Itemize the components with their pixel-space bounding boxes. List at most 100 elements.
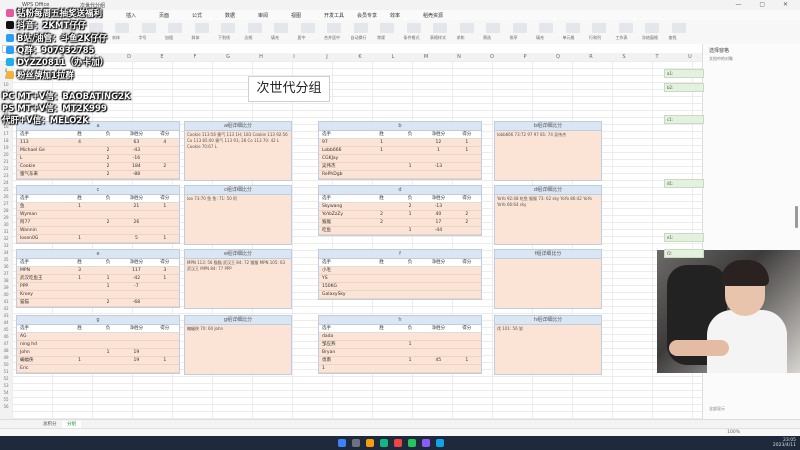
table-cell[interactable]: GalaxySky bbox=[319, 291, 367, 298]
row-header[interactable]: 24 bbox=[0, 180, 12, 185]
table-row[interactable]: Eric bbox=[17, 365, 179, 373]
table-row[interactable]: 小毛 bbox=[319, 267, 481, 275]
table-cell[interactable]: 2 bbox=[453, 219, 481, 226]
table-cell[interactable]: 2 bbox=[367, 211, 395, 218]
start-icon[interactable] bbox=[338, 439, 346, 447]
table-row[interactable]: Lobb666 1 1 1 bbox=[319, 147, 481, 155]
table-cell[interactable]: -88 bbox=[122, 171, 150, 178]
row-header[interactable]: 42 bbox=[0, 306, 12, 311]
table-cell[interactable] bbox=[424, 267, 452, 274]
column-header[interactable]: N bbox=[441, 54, 477, 60]
ribbon-button-label[interactable]: 填充 bbox=[536, 35, 544, 41]
row-header[interactable]: 53 bbox=[0, 383, 12, 388]
table-cell[interactable] bbox=[151, 349, 179, 356]
table-row[interactable]: 吃鱼 1 -44 bbox=[319, 227, 481, 235]
table-cell[interactable]: ning hd bbox=[17, 341, 65, 348]
table-row[interactable]: Kroey bbox=[17, 291, 179, 299]
table-row[interactable]: YoYoZzZy 2 1 40 2 bbox=[319, 211, 481, 219]
table-cell[interactable]: 19 bbox=[122, 349, 150, 356]
table-cell[interactable]: 12 bbox=[424, 139, 452, 146]
table-cell[interactable]: Eric bbox=[17, 365, 65, 372]
table-cell[interactable]: -43 bbox=[122, 147, 150, 154]
table-cell[interactable]: 2 bbox=[94, 147, 122, 154]
row-header[interactable]: 51 bbox=[0, 369, 12, 374]
page-title[interactable]: 次世代分组 bbox=[248, 76, 330, 102]
menu-item[interactable]: 公式 bbox=[192, 12, 202, 19]
table-cell[interactable]: RePhDgb bbox=[319, 171, 367, 178]
table-cell[interactable]: 1 bbox=[424, 147, 452, 154]
vertical-scrollbar[interactable] bbox=[795, 206, 798, 228]
table-row[interactable]: 113 4 63 4 bbox=[17, 139, 179, 147]
row-header[interactable]: 20 bbox=[0, 152, 12, 157]
table-cell[interactable]: 1 bbox=[453, 147, 481, 154]
menu-item[interactable]: 稻壳资源 bbox=[423, 12, 443, 19]
table-row[interactable]: 1 bbox=[319, 365, 481, 373]
ribbon-button-label[interactable]: 工作表 bbox=[616, 35, 628, 41]
table-cell[interactable] bbox=[122, 227, 150, 234]
table-row[interactable]: Bryan bbox=[319, 349, 481, 357]
table-cell[interactable] bbox=[65, 365, 93, 372]
table-cell[interactable] bbox=[94, 357, 122, 364]
column-header[interactable]: E bbox=[144, 54, 180, 60]
table-cell[interactable]: 2 bbox=[396, 203, 424, 210]
row-header[interactable]: 49 bbox=[0, 355, 12, 360]
table-cell[interactable] bbox=[65, 291, 93, 298]
table-cell[interactable]: 19 bbox=[122, 357, 150, 364]
table-cell[interactable] bbox=[367, 275, 395, 282]
row-header[interactable]: 22 bbox=[0, 166, 12, 171]
table-row[interactable]: dada bbox=[319, 333, 481, 341]
ribbon-button-icon[interactable] bbox=[433, 23, 447, 33]
table-cell[interactable] bbox=[367, 341, 395, 348]
table-cell[interactable] bbox=[396, 275, 424, 282]
table-row[interactable]: Wyman bbox=[17, 211, 179, 219]
ribbon-button-label[interactable]: 条件格式 bbox=[404, 35, 420, 41]
table-cell[interactable]: 150KG bbox=[319, 283, 367, 290]
table-cell[interactable] bbox=[453, 365, 481, 372]
table-cell[interactable] bbox=[367, 357, 395, 364]
column-header[interactable]: I bbox=[276, 54, 312, 60]
menu-item[interactable]: 开发工具 bbox=[324, 12, 344, 19]
table-row[interactable]: RePhDgb bbox=[319, 171, 481, 179]
table-cell[interactable]: 3 bbox=[151, 267, 179, 274]
ribbon-button-label[interactable]: 筛选 bbox=[483, 35, 491, 41]
explorer-icon[interactable] bbox=[366, 439, 374, 447]
ribbon-button-label[interactable]: 合并居中 bbox=[324, 35, 340, 41]
table-cell[interactable]: 1 bbox=[65, 235, 93, 242]
table-cell[interactable] bbox=[453, 163, 481, 170]
table-cell[interactable] bbox=[396, 171, 424, 178]
row-header[interactable]: 45 bbox=[0, 327, 12, 332]
side-cell[interactable]: c1: bbox=[664, 115, 704, 124]
table-cell[interactable] bbox=[453, 203, 481, 210]
column-header[interactable]: S bbox=[606, 54, 642, 60]
table-cell[interactable] bbox=[65, 163, 93, 170]
wps-icon[interactable] bbox=[408, 439, 416, 447]
side-cell[interactable]: f2: bbox=[664, 249, 704, 258]
ribbon-button-icon[interactable] bbox=[671, 23, 686, 33]
table-cell[interactable]: MPN bbox=[17, 267, 65, 274]
table-cell[interactable]: 1 bbox=[94, 275, 122, 282]
table-cell[interactable]: Michael Ge bbox=[17, 147, 65, 154]
row-header[interactable]: 31 bbox=[0, 229, 12, 234]
table-cell[interactable]: -13 bbox=[424, 163, 452, 170]
table-cell[interactable] bbox=[424, 275, 452, 282]
table-cell[interactable] bbox=[396, 147, 424, 154]
table-cell[interactable]: 40 bbox=[424, 211, 452, 218]
table-cell[interactable]: L bbox=[17, 155, 65, 162]
show-all-button[interactable]: 全部显示 bbox=[709, 406, 725, 412]
row-header[interactable]: 21 bbox=[0, 159, 12, 164]
table-cell[interactable]: 3 bbox=[65, 267, 93, 274]
table-cell[interactable]: -16 bbox=[122, 155, 150, 162]
table-cell[interactable] bbox=[65, 333, 93, 340]
detail-scores[interactable]: MPN 113: 56 猫猫 武汉王 84: 72 猫猫 MPN 105: 63… bbox=[185, 259, 291, 273]
table-cell[interactable] bbox=[367, 283, 395, 290]
ribbon-button-icon[interactable] bbox=[194, 23, 209, 33]
table-cell[interactable] bbox=[453, 275, 481, 282]
ribbon-button-label[interactable]: 自动换行 bbox=[351, 35, 367, 41]
table-cell[interactable] bbox=[94, 227, 122, 234]
row-header[interactable]: 37 bbox=[0, 271, 12, 276]
table-cell[interactable]: 5 bbox=[122, 235, 150, 242]
table-cell[interactable] bbox=[453, 341, 481, 348]
table-cell[interactable]: 113 bbox=[17, 139, 65, 146]
ribbon-button-label[interactable]: 居中 bbox=[298, 35, 306, 41]
table-cell[interactable] bbox=[65, 227, 93, 234]
